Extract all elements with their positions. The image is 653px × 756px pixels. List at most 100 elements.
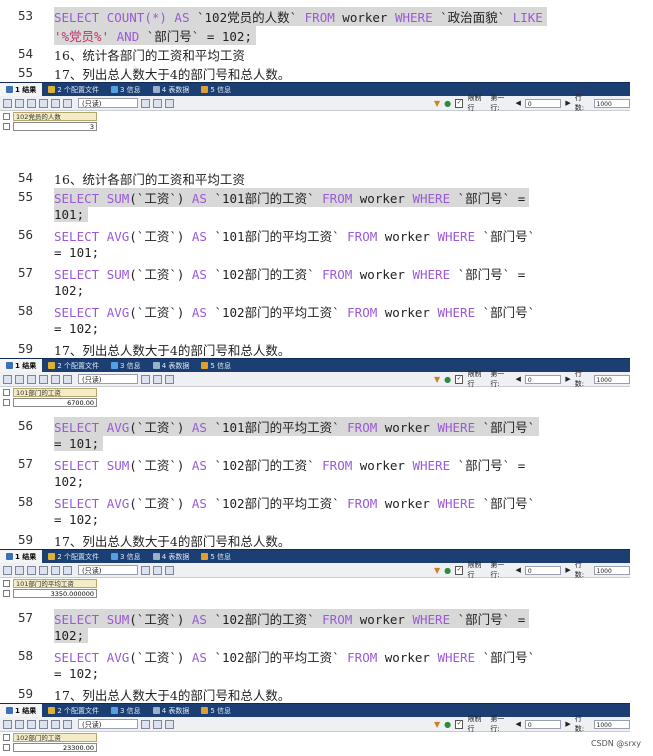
tab-result[interactable]: 1 结果: [0, 704, 43, 717]
grid-mode-icon[interactable]: [165, 98, 174, 108]
save-icon[interactable]: [39, 98, 48, 108]
limit-rows-checkbox[interactable]: ✓: [455, 565, 464, 575]
grid-view-icon[interactable]: [3, 98, 12, 108]
refresh-icon[interactable]: [63, 719, 72, 729]
save-icon[interactable]: [39, 719, 48, 729]
text-view-icon[interactable]: [153, 98, 162, 108]
refresh-icon[interactable]: [63, 374, 72, 384]
text-view-icon[interactable]: [153, 565, 162, 575]
header-row-checkbox[interactable]: [3, 580, 10, 587]
grid-mode-icon[interactable]: [165, 565, 174, 575]
result-cell[interactable]: 23300.00: [13, 743, 97, 752]
form-view-icon[interactable]: [141, 719, 150, 729]
prev-page-icon[interactable]: ◀: [515, 566, 520, 574]
tab-result[interactable]: 3 信息: [105, 550, 147, 563]
text-view-icon[interactable]: [153, 719, 162, 729]
refresh-results-icon[interactable]: ●: [444, 566, 451, 575]
prev-page-icon[interactable]: ◀: [515, 99, 520, 107]
grid-mode-icon[interactable]: [165, 719, 174, 729]
sql-editor[interactable]: 57 SELECT SUM(`工资`) AS `102部门的工资` FROM wo…: [0, 608, 630, 703]
form-view-icon[interactable]: [141, 374, 150, 384]
grid-view-icon[interactable]: [3, 719, 12, 729]
tab-result[interactable]: 2 个配置文件: [42, 359, 105, 372]
tab-result[interactable]: 5 信息: [195, 359, 237, 372]
rows-input[interactable]: 1000: [593, 98, 630, 108]
filter-icon[interactable]: ▼: [434, 99, 440, 108]
tab-result[interactable]: 3 信息: [105, 704, 147, 717]
refresh-icon[interactable]: [63, 565, 72, 575]
next-page-icon[interactable]: ▶: [565, 720, 570, 728]
copy-icon[interactable]: [27, 98, 36, 108]
tab-result[interactable]: 1 结果: [0, 83, 43, 96]
grid-view-icon[interactable]: [3, 374, 12, 384]
delete-icon[interactable]: [51, 719, 60, 729]
copy-icon[interactable]: [27, 719, 36, 729]
save-icon[interactable]: [39, 565, 48, 575]
sql-editor[interactable]: 56 SELECT AVG(`工资`) AS `101部门的平均工资` FROM …: [0, 416, 630, 549]
tab-result[interactable]: 3 信息: [105, 83, 147, 96]
refresh-results-icon[interactable]: ●: [444, 375, 451, 384]
save-icon[interactable]: [39, 374, 48, 384]
first-row-input[interactable]: 0: [524, 565, 562, 575]
tab-result[interactable]: 1 结果: [0, 359, 43, 372]
tab-result[interactable]: 3 信息: [105, 359, 147, 372]
refresh-results-icon[interactable]: ●: [444, 99, 451, 108]
form-view-icon[interactable]: [141, 98, 150, 108]
tab-result[interactable]: 5 信息: [195, 83, 237, 96]
result-cell[interactable]: 3350.000000: [13, 589, 97, 598]
export-icon[interactable]: [15, 719, 24, 729]
limit-rows-checkbox[interactable]: ✓: [455, 98, 464, 108]
prev-page-icon[interactable]: ◀: [515, 375, 520, 383]
header-row-checkbox[interactable]: [3, 734, 10, 741]
delete-icon[interactable]: [51, 565, 60, 575]
sql-editor[interactable]: 54 16、统计各部门的工资和平均工资 55 SELECT SUM(`工资`) AS …: [0, 168, 630, 358]
grid-view-icon[interactable]: [3, 565, 12, 575]
grid-mode-icon[interactable]: [165, 374, 174, 384]
prev-page-icon[interactable]: ◀: [515, 720, 520, 728]
delete-icon[interactable]: [51, 374, 60, 384]
data-row-checkbox[interactable]: [3, 590, 10, 597]
tab-result[interactable]: 5 信息: [195, 550, 237, 563]
export-icon[interactable]: [15, 374, 24, 384]
text-view-icon[interactable]: [153, 374, 162, 384]
filter-icon[interactable]: ▼: [434, 375, 440, 384]
export-icon[interactable]: [15, 565, 24, 575]
result-cell[interactable]: 3: [13, 122, 97, 131]
first-row-input[interactable]: 0: [524, 374, 562, 384]
delete-icon[interactable]: [51, 98, 60, 108]
limit-rows-checkbox[interactable]: ✓: [455, 374, 464, 384]
data-row-checkbox[interactable]: [3, 744, 10, 751]
refresh-results-icon[interactable]: ●: [444, 720, 451, 729]
column-header[interactable]: 101部门的工资: [13, 388, 97, 397]
rows-input[interactable]: 1000: [593, 719, 630, 729]
header-row-checkbox[interactable]: [3, 113, 10, 120]
result-cell[interactable]: 6700.00: [13, 398, 97, 407]
tab-result[interactable]: 5 信息: [195, 704, 237, 717]
first-row-input[interactable]: 0: [524, 98, 562, 108]
readonly-select[interactable]: (只读): [78, 374, 138, 384]
next-page-icon[interactable]: ▶: [565, 566, 570, 574]
readonly-select[interactable]: (只读): [78, 719, 138, 729]
copy-icon[interactable]: [27, 374, 36, 384]
tab-result[interactable]: 4 表数据: [147, 83, 196, 96]
sql-editor[interactable]: 53 SELECT COUNT(*) AS `102党员的人数` FROM wor…: [0, 6, 630, 82]
limit-rows-checkbox[interactable]: ✓: [455, 719, 464, 729]
tab-result[interactable]: 2 个配置文件: [42, 704, 105, 717]
readonly-select[interactable]: (只读): [78, 565, 138, 575]
column-header[interactable]: 101部门的平均工资: [13, 579, 97, 588]
form-view-icon[interactable]: [141, 565, 150, 575]
refresh-icon[interactable]: [63, 98, 72, 108]
tab-result[interactable]: 2 个配置文件: [42, 83, 105, 96]
readonly-select[interactable]: (只读): [78, 98, 138, 108]
tab-result[interactable]: 4 表数据: [147, 550, 196, 563]
tab-result[interactable]: 1 结果: [0, 550, 43, 563]
export-icon[interactable]: [15, 98, 24, 108]
data-row-checkbox[interactable]: [3, 399, 10, 406]
rows-input[interactable]: 1000: [593, 565, 630, 575]
column-header[interactable]: 102部门的工资: [13, 733, 97, 742]
tab-result[interactable]: 4 表数据: [147, 704, 196, 717]
tab-result[interactable]: 2 个配置文件: [42, 550, 105, 563]
next-page-icon[interactable]: ▶: [565, 375, 570, 383]
filter-icon[interactable]: ▼: [434, 720, 440, 729]
rows-input[interactable]: 1000: [593, 374, 630, 384]
